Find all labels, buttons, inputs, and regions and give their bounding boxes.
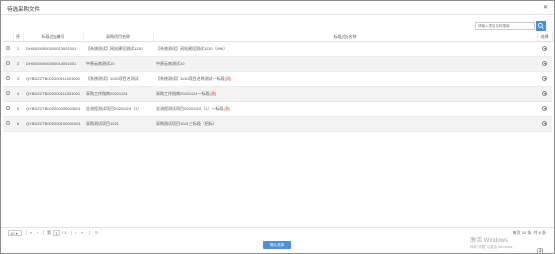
row-lot-name: 采购工作指南20201124一标段 [156,90,210,96]
first-page-icon[interactable]: « [30,230,32,235]
row-flag: (测) [209,90,217,96]
windows-activation-watermark: 激活 Windows 转到"设置"以激活 Windows。 [470,235,516,250]
table-row[interactable]: 4 QYBDZZTB002000111001001 采购工作指南20201124… [3,86,552,102]
add-icon[interactable] [542,75,547,81]
row-project: 全流程测试项目20201119（1） [83,101,153,117]
row-code: QYBDZZTB002000111001001 [23,86,83,102]
row-index: 5 [13,101,23,117]
table-row[interactable]: 6 QYBDZZTB002000100001001 采购测试项目1021 采购测… [3,116,552,132]
watermark-line-1: 激活 Windows [470,238,509,244]
row-lot-name: 【系统测试】网站建设测试1130（099） [156,45,228,51]
row-project: 【系统测试】1130项目名测试 [83,71,153,87]
prev-page-icon[interactable]: ‹ [37,230,38,235]
corner-label: (3) [537,248,544,254]
add-icon[interactable] [542,90,547,96]
page-label: 第 [47,230,51,235]
pager-divider [26,230,27,235]
row-project: 【系统测试】网站建设测试1130 [83,41,153,57]
row-lot-name: 全流程测试项目20201119（1）一标段 [156,105,224,111]
col-header-select: 选择 [537,33,553,42]
dialog-titlebar: 待选采购文件 ✕ [1,1,554,15]
row-code: QYBDZZTB002000111003002 [23,71,83,87]
col-header-code: 标段(包)编号 [23,33,84,42]
table-row[interactable]: 2 DH00000000000014001001 中原云南测试10 中原云南测试… [3,56,552,72]
row-radio[interactable] [6,106,10,110]
row-index: 3 [13,71,23,87]
col-header-check [3,33,14,42]
confirm-button[interactable]: 确认选择 [263,241,291,249]
row-radio[interactable] [6,61,10,65]
dialog-title: 待选采购文件 [7,7,41,13]
add-icon[interactable] [542,60,547,66]
watermark-line-2: 转到"设置"以激活 Windows。 [470,245,516,249]
add-icon[interactable] [542,120,547,126]
row-project: 中原云南测试10 [83,56,153,72]
page-size-select[interactable]: 10 ▾ [8,229,22,236]
row-code: DH00000000000014001001 [23,56,83,72]
row-project: 采购工作指南20201124 [83,86,153,102]
table-row[interactable]: 5 QYBDZZTB002000099003001 全流程测试项目2020111… [3,101,552,117]
search-box [475,22,535,30]
row-flag: (测) [224,75,232,81]
search-input[interactable] [476,23,534,29]
row-index: 6 [13,116,23,132]
row-radio[interactable] [6,121,10,125]
add-icon[interactable] [542,105,547,111]
row-radio[interactable] [6,46,10,50]
add-icon[interactable] [542,45,547,51]
refresh-icon[interactable]: ↻ [95,230,98,235]
col-header-index: 序 [13,33,24,42]
row-lot-name: 中原云南测试10 [156,60,185,66]
pager-divider [71,230,72,235]
page-number-input[interactable]: 1 [53,229,60,236]
pager-summary: 每页 10 条, 共 6 条 [512,230,546,235]
table-header-row: 序 标段(包)编号 采购项目名称 标段(包)名称 选择 [3,33,553,42]
last-page-icon[interactable]: » [81,230,83,235]
row-index: 2 [13,56,23,72]
close-icon[interactable]: ✕ [543,4,548,11]
total-pages: / 1 [62,230,67,235]
search-button[interactable] [536,21,546,31]
row-code: QYBDZZTB002000099003001 [23,101,83,117]
row-index: 1 [13,41,23,57]
file-table: 序 标段(包)编号 采购项目名称 标段(包)名称 选择 1 DH00000000… [3,33,553,132]
search-icon [537,22,544,29]
row-radio[interactable] [6,91,10,95]
table-row[interactable]: 3 QYBDZZTB002000111003002 【系统测试】1130项目名测… [3,71,552,87]
pager-divider [89,230,90,235]
row-code: DH00000000000013001001 [23,41,83,57]
row-lot-name: 【系统测试】1130项目名称测试一标段 [156,75,225,81]
row-code: QYBDZZTB002000100001001 [23,116,83,132]
row-flag: (测) [223,105,231,111]
dialog: 待选采购文件 ✕ 序 标段(包)编号 采购项目名称 标段(包)名称 选择 [1,1,554,253]
pager-divider [43,230,44,235]
row-index: 4 [13,86,23,102]
row-radio[interactable] [6,76,10,80]
row-project: 采购测试项目1021 [83,116,153,132]
row-lot-name: 采购测试项目1021三标段（招标） [156,120,217,126]
table-row[interactable]: 1 DH00000000000013001001 【系统测试】网站建设测试113… [3,41,552,57]
col-header-project: 采购项目名称 [83,33,154,42]
col-header-lot-name: 标段(包)名称 [153,33,538,42]
next-page-icon[interactable]: › [75,230,76,235]
